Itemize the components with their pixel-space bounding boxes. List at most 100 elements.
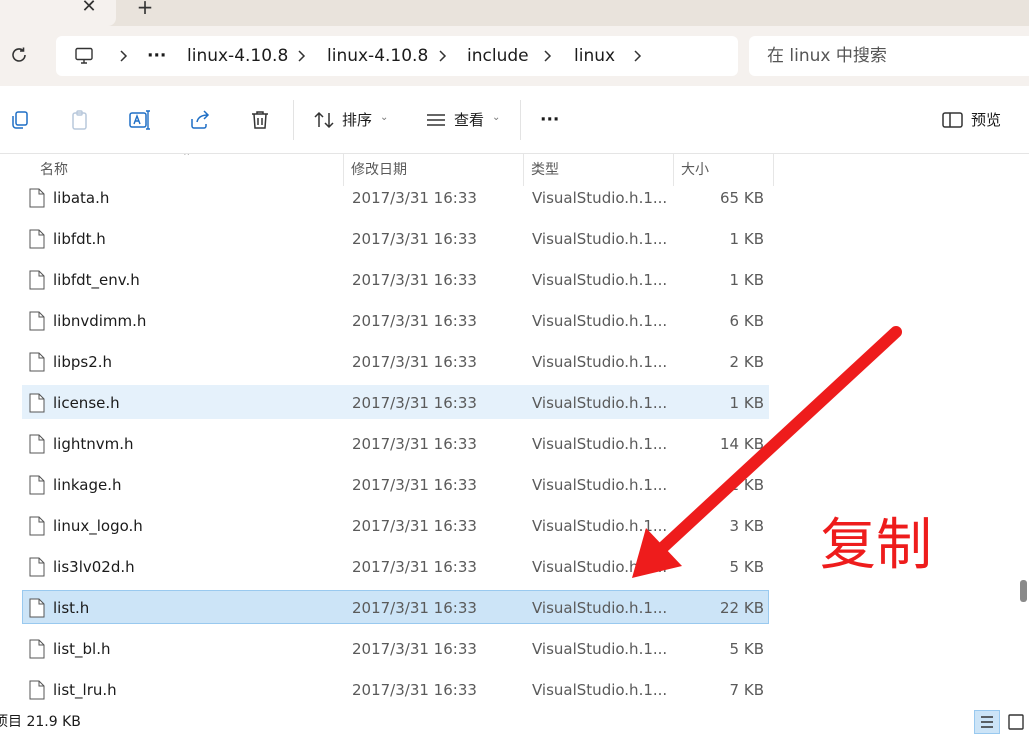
breadcrumb-item-linux[interactable]: linux <box>574 36 615 76</box>
file-name: libfdt.h <box>53 230 106 248</box>
file-row[interactable]: libfdt_env.h 2017/3/31 16:33 VisualStudio.… <box>22 262 769 296</box>
view-icon[interactable] <box>424 108 448 132</box>
file-modified: 2017/3/31 16:33 <box>352 558 477 576</box>
share-icon[interactable] <box>188 108 212 132</box>
more-options-icon[interactable]: ··· <box>540 108 559 132</box>
file-size: 7 KB <box>729 681 764 699</box>
file-modified: 2017/3/31 16:33 <box>352 476 477 494</box>
preview-pane-button[interactable]: 预览 <box>971 108 1001 132</box>
file-name: lis3lv02d.h <box>53 558 135 576</box>
toolbar-divider <box>520 100 521 140</box>
tab-strip: ✕ + <box>0 0 1029 26</box>
file-type: VisualStudio.h.1... <box>532 599 668 617</box>
breadcrumb-overflow[interactable]: ··· <box>147 36 166 76</box>
file-type: VisualStudio.h.1... <box>532 271 668 289</box>
file-icon <box>29 475 45 495</box>
file-icon <box>29 352 45 372</box>
close-tab-icon[interactable]: ✕ <box>79 0 99 17</box>
file-modified: 2017/3/31 16:33 <box>352 640 477 658</box>
view-button[interactable]: 查看 <box>454 108 484 132</box>
file-row[interactable]: list.h 2017/3/31 16:33 VisualStudio.h.1...… <box>22 590 769 624</box>
file-modified: 2017/3/31 16:33 <box>352 435 477 453</box>
sort-button[interactable]: 排序 <box>342 108 372 132</box>
chevron-right-icon[interactable] <box>630 48 644 64</box>
file-name: libata.h <box>53 189 110 207</box>
file-type: VisualStudio.h.1... <box>532 230 668 248</box>
file-name: linux_logo.h <box>53 517 143 535</box>
breadcrumb-item-include[interactable]: include <box>467 36 529 76</box>
file-modified: 2017/3/31 16:33 <box>352 230 477 248</box>
sort-icon[interactable] <box>312 108 336 132</box>
command-bar: 排序 ⌄ 查看 ⌄ ··· 预览 <box>0 86 1029 154</box>
file-icon <box>29 680 45 700</box>
sort-ascending-icon: ⌃ <box>182 154 192 163</box>
file-modified: 2017/3/31 16:33 <box>352 189 477 207</box>
file-row[interactable]: libata.h 2017/3/31 16:33 VisualStudio.h.1.… <box>22 180 769 214</box>
file-type: VisualStudio.h.1... <box>532 640 668 658</box>
file-type: VisualStudio.h.1... <box>532 189 668 207</box>
copy-icon[interactable] <box>8 108 32 132</box>
breadcrumb[interactable]: ··· linux-4.10.8 linux-4.10.8 include li… <box>56 36 738 76</box>
delete-icon[interactable] <box>248 108 272 132</box>
file-icon <box>29 598 45 618</box>
status-bar: 项目 21.9 KB <box>0 710 1029 734</box>
file-row[interactable]: list_bl.h 2017/3/31 16:33 VisualStudio.h.1… <box>22 631 769 665</box>
breadcrumb-item-linux-4-10-8[interactable]: linux-4.10.8 <box>187 36 288 76</box>
file-modified: 2017/3/31 16:33 <box>352 681 477 699</box>
file-row[interactable]: libfdt.h 2017/3/31 16:33 VisualStudio.h.1.… <box>22 221 769 255</box>
file-size: 65 KB <box>720 189 764 207</box>
toolbar-divider <box>293 100 294 140</box>
file-size: 5 KB <box>729 640 764 658</box>
file-icon <box>29 270 45 290</box>
breadcrumb-item-linux-4-10-8-inner[interactable]: linux-4.10.8 <box>327 36 428 76</box>
file-size: 1 KB <box>729 230 764 248</box>
file-row[interactable]: list_lru.h 2017/3/31 16:33 VisualStudio.h.… <box>22 672 769 706</box>
file-size: 22 KB <box>720 599 764 617</box>
chevron-right-icon[interactable] <box>116 48 130 64</box>
file-name: libps2.h <box>53 353 113 371</box>
chevron-right-icon[interactable] <box>435 48 449 64</box>
file-name: lightnvm.h <box>53 435 134 453</box>
file-icon <box>29 311 45 331</box>
file-icon <box>29 516 45 536</box>
file-modified: 2017/3/31 16:33 <box>352 353 477 371</box>
computer-icon[interactable] <box>74 46 94 66</box>
file-name: libnvdimm.h <box>53 312 147 330</box>
file-type: VisualStudio.h.1... <box>532 681 668 699</box>
file-modified: 2017/3/31 16:33 <box>352 599 477 617</box>
file-name: list.h <box>53 599 90 617</box>
chevron-right-icon[interactable] <box>294 48 308 64</box>
tiles-view-button[interactable] <box>1004 710 1028 734</box>
file-modified: 2017/3/31 16:33 <box>352 394 477 412</box>
file-name: list_bl.h <box>53 640 111 658</box>
chevron-right-icon[interactable] <box>540 48 554 64</box>
refresh-icon[interactable] <box>8 44 30 66</box>
selection-status: 项目 21.9 KB <box>0 714 81 730</box>
new-tab-icon[interactable]: + <box>134 0 156 18</box>
file-name: linkage.h <box>53 476 122 494</box>
preview-pane-icon[interactable] <box>941 108 965 132</box>
chevron-down-icon[interactable]: ⌄ <box>380 112 390 123</box>
file-icon <box>29 188 45 208</box>
search-input[interactable]: 在 linux 中搜索 <box>749 36 1029 76</box>
active-tab[interactable]: ✕ <box>0 0 116 26</box>
vertical-scrollbar[interactable] <box>1020 580 1027 602</box>
file-icon <box>29 557 45 577</box>
file-icon <box>29 229 45 249</box>
file-modified: 2017/3/31 16:33 <box>352 517 477 535</box>
file-name: list_lru.h <box>53 681 117 699</box>
tiles-view-icon <box>1008 714 1024 730</box>
chevron-down-icon[interactable]: ⌄ <box>492 112 502 123</box>
rename-icon[interactable] <box>128 108 152 132</box>
file-icon <box>29 639 45 659</box>
file-size: 1 KB <box>729 271 764 289</box>
details-view-icon <box>981 716 993 728</box>
paste-icon[interactable] <box>68 108 92 132</box>
file-icon <box>29 434 45 454</box>
file-modified: 2017/3/31 16:33 <box>352 312 477 330</box>
annotation-copy-text: 复制 <box>820 513 932 578</box>
file-modified: 2017/3/31 16:33 <box>352 271 477 289</box>
file-icon <box>29 393 45 413</box>
details-view-button[interactable] <box>974 710 1000 734</box>
column-divider[interactable] <box>773 154 774 186</box>
